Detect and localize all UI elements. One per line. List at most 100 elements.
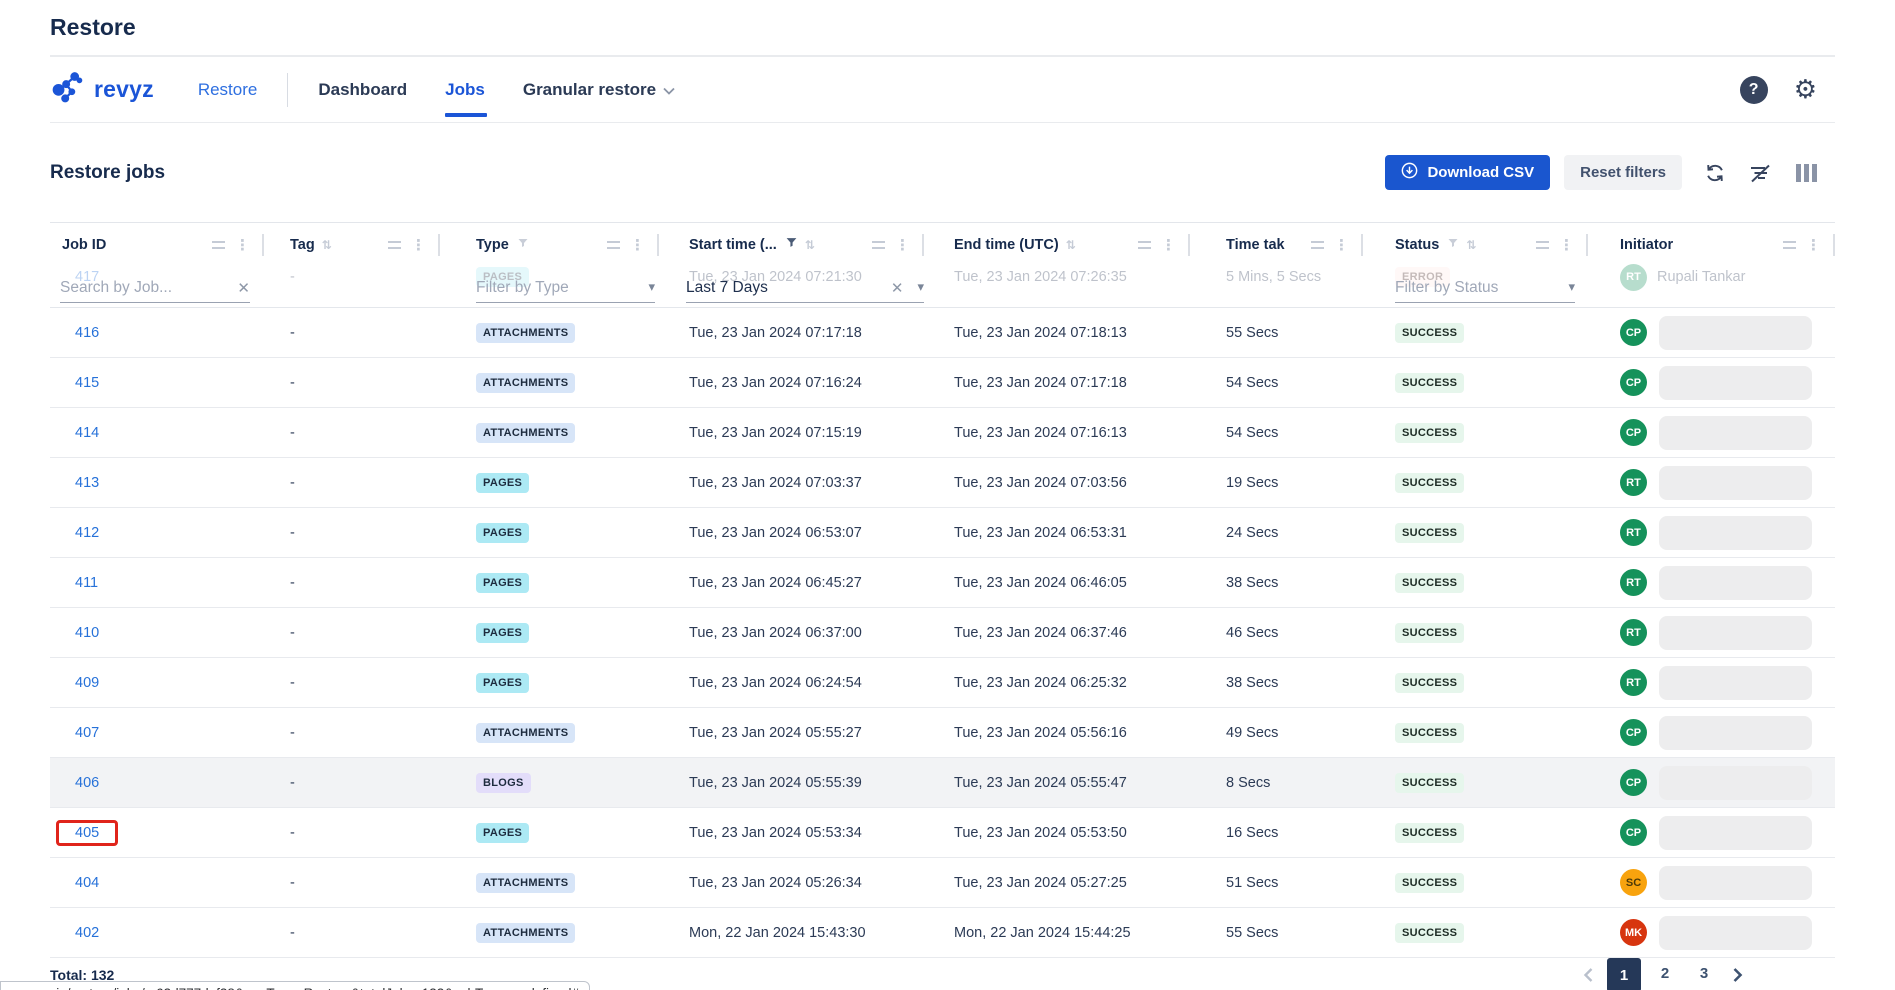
initiator-avatar: RT (1620, 569, 1647, 596)
sort-icon[interactable]: ⇅ (1466, 238, 1476, 252)
nav-product-restore[interactable]: Restore (198, 80, 258, 100)
job-id-link[interactable]: 409 (75, 675, 99, 691)
filter-funnel-icon[interactable] (1447, 237, 1459, 253)
column-menu-icon[interactable] (1311, 241, 1324, 249)
gear-icon[interactable]: ⚙ (1794, 77, 1817, 103)
redacted-name-placeholder (1659, 566, 1812, 600)
page-number-3[interactable]: 3 (1689, 958, 1719, 988)
col-label: Status (1395, 237, 1439, 253)
col-label: Initiator (1620, 237, 1673, 253)
start-time-cell: Tue, 23 Jan 2024 05:55:27 (659, 725, 924, 741)
initiator-avatar: RT (1620, 619, 1647, 646)
initiator-avatar: CP (1620, 319, 1647, 346)
time-taken-cell: 55 Secs (1190, 325, 1363, 341)
nav-item-dashboard[interactable]: Dashboard (318, 80, 407, 100)
job-id-link[interactable]: 404 (75, 875, 99, 891)
filter-funnel-icon[interactable] (517, 237, 529, 253)
type-filter-select[interactable]: Filter by Type ▾ (476, 273, 655, 303)
sort-icon[interactable]: ⇅ (322, 238, 332, 252)
filter-controls: ✕ Filter by Type ▾ Last 7 Days ✕ ▾ (50, 269, 1835, 307)
kebab-menu-icon[interactable]: ⋮ (1334, 236, 1349, 254)
clear-search-icon[interactable]: ✕ (237, 279, 250, 297)
column-header-end-time[interactable]: End time (UTC) ⇅ ⋮ (924, 223, 1190, 266)
kebab-menu-icon[interactable]: ⋮ (1161, 236, 1176, 254)
col-label: End time (UTC) (954, 237, 1059, 253)
job-id-link[interactable]: 416 (75, 325, 99, 341)
download-csv-button[interactable]: Download CSV (1385, 155, 1550, 190)
caret-down-icon[interactable]: ▾ (648, 280, 655, 295)
tag-cell: - (264, 475, 440, 491)
clear-date-filter-icon[interactable]: ✕ (891, 279, 904, 297)
tag-cell: - (264, 525, 440, 541)
column-menu-icon[interactable] (1138, 241, 1151, 249)
search-job-field[interactable]: ✕ (60, 273, 250, 303)
column-header-tag[interactable]: Tag ⇅ ⋮ (264, 223, 440, 266)
job-id-link[interactable]: 414 (75, 425, 99, 441)
column-menu-icon[interactable] (607, 241, 620, 249)
job-id-link-annotated[interactable]: 405 (56, 820, 118, 846)
reset-filters-button[interactable]: Reset filters (1564, 155, 1682, 190)
next-page-icon[interactable] (1728, 967, 1747, 983)
table-row: 416-ATTACHMENTSTue, 23 Jan 2024 07:17:18… (50, 308, 1835, 358)
status-filter-select[interactable]: Filter by Status ▾ (1395, 273, 1575, 303)
job-id-link[interactable]: 402 (75, 925, 99, 941)
nav-right-actions: ? ⚙ (1740, 76, 1835, 104)
start-time-cell: Tue, 23 Jan 2024 06:24:54 (659, 675, 924, 691)
kebab-menu-icon[interactable]: ⋮ (411, 236, 426, 254)
column-header-job-id[interactable]: Job ID ⋮ (50, 223, 264, 266)
column-header-start-time[interactable]: Start time (... ⇅ ⋮ (659, 223, 924, 266)
caret-down-icon[interactable]: ▾ (917, 280, 924, 295)
chevron-down-icon (663, 80, 675, 100)
column-header-initiator[interactable]: Initiator ⋮ (1588, 223, 1835, 266)
nav-divider (287, 73, 288, 107)
kebab-menu-icon[interactable]: ⋮ (1559, 236, 1574, 254)
job-id-link[interactable]: 407 (75, 725, 99, 741)
job-id-link[interactable]: 413 (75, 475, 99, 491)
nav-item-granular-restore[interactable]: Granular restore (523, 80, 675, 100)
column-header-type[interactable]: Type ⋮ (440, 223, 659, 266)
job-id-link[interactable]: 406 (75, 775, 99, 791)
initiator-avatar: RT (1620, 469, 1647, 496)
initiator-avatar: CP (1620, 819, 1647, 846)
column-header-time-taken[interactable]: Time tak ⋮ (1190, 223, 1363, 266)
kebab-menu-icon[interactable]: ⋮ (235, 236, 250, 254)
toolbar-actions: Download CSV Reset filters (1385, 155, 1835, 190)
column-menu-icon[interactable] (1783, 241, 1796, 249)
column-menu-icon[interactable] (1536, 241, 1549, 249)
search-input[interactable] (60, 279, 180, 297)
sort-icon[interactable]: ⇅ (1066, 238, 1076, 252)
help-icon[interactable]: ? (1740, 76, 1768, 104)
filter-funnel-active-icon[interactable] (785, 236, 798, 253)
tag-cell: - (264, 625, 440, 641)
start-time-cell: Tue, 23 Jan 2024 07:03:37 (659, 475, 924, 491)
refresh-icon[interactable] (1704, 162, 1726, 184)
column-menu-icon[interactable] (872, 241, 885, 249)
clear-filters-icon[interactable] (1748, 162, 1772, 184)
prev-page-icon[interactable] (1579, 967, 1598, 983)
job-id-link[interactable]: 415 (75, 375, 99, 391)
kebab-menu-icon[interactable]: ⋮ (895, 236, 910, 254)
page-number-2[interactable]: 2 (1650, 958, 1680, 988)
end-time-cell: Mon, 22 Jan 2024 15:44:25 (924, 925, 1190, 941)
column-menu-icon[interactable] (388, 241, 401, 249)
date-filter-select[interactable]: Last 7 Days ✕ ▾ (686, 273, 924, 303)
page-number-1[interactable]: 1 (1607, 958, 1641, 990)
job-id-link[interactable]: 411 (75, 575, 98, 591)
job-id-link[interactable]: 412 (75, 525, 99, 541)
section-title: Restore jobs (50, 162, 165, 184)
column-header-status[interactable]: Status ⇅ ⋮ (1363, 223, 1588, 266)
caret-down-icon[interactable]: ▾ (1568, 280, 1575, 295)
start-time-cell: Tue, 23 Jan 2024 07:15:19 (659, 425, 924, 441)
columns-icon[interactable] (1796, 164, 1817, 182)
job-id-link[interactable]: 410 (75, 625, 99, 641)
kebab-menu-icon[interactable]: ⋮ (1806, 236, 1821, 254)
table-row: 414-ATTACHMENTSTue, 23 Jan 2024 07:15:19… (50, 408, 1835, 458)
sort-icon[interactable]: ⇅ (805, 238, 815, 252)
nav-item-jobs[interactable]: Jobs (445, 80, 485, 100)
kebab-menu-icon[interactable]: ⋮ (630, 236, 645, 254)
brand[interactable]: revyz (50, 68, 154, 111)
status-badge: SUCCESS (1395, 873, 1464, 893)
column-menu-icon[interactable] (212, 241, 225, 249)
start-time-cell: Tue, 23 Jan 2024 06:45:27 (659, 575, 924, 591)
initiator-avatar: CP (1620, 369, 1647, 396)
